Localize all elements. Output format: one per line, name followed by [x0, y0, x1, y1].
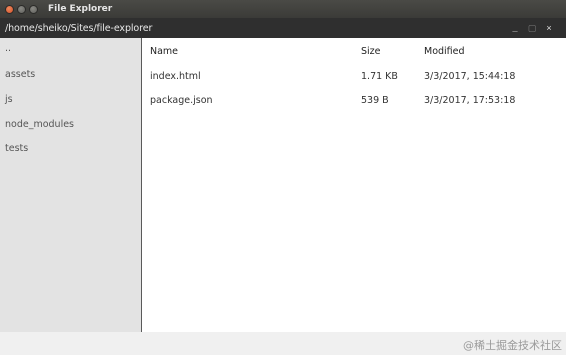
file-size: 1.71 KB	[361, 71, 398, 82]
os-minimize-icon[interactable]	[17, 4, 26, 14]
file-modified: 3/3/2017, 15:44:18	[424, 71, 516, 82]
window-title: File Explorer	[48, 4, 113, 14]
app-window-controls: _ ▢ ×	[510, 21, 554, 35]
sidebar-item-js[interactable]: js	[5, 94, 13, 105]
directory-sidebar: .. assets js node_modules tests	[0, 38, 142, 332]
os-window-controls	[5, 4, 38, 14]
maximize-icon[interactable]: ▢	[527, 21, 537, 35]
sidebar-item-assets[interactable]: assets	[5, 69, 35, 80]
file-name[interactable]: index.html	[150, 71, 201, 82]
os-close-icon[interactable]	[5, 4, 14, 14]
sidebar-item-parent[interactable]: ..	[5, 43, 11, 54]
column-header-name[interactable]: Name	[150, 46, 178, 57]
os-titlebar: File Explorer	[0, 0, 566, 18]
os-maximize-icon[interactable]	[29, 4, 38, 14]
app-window: File Explorer /home/sheiko/Sites/file-ex…	[0, 0, 566, 355]
column-header-size[interactable]: Size	[361, 46, 381, 57]
file-table: Name Size Modified index.html 1.71 KB 3/…	[142, 38, 566, 332]
minimize-icon[interactable]: _	[510, 21, 520, 35]
app-header: /home/sheiko/Sites/file-explorer _ ▢ ×	[0, 18, 566, 38]
current-path: /home/sheiko/Sites/file-explorer	[5, 22, 153, 34]
close-icon[interactable]: ×	[544, 21, 554, 35]
sidebar-item-node-modules[interactable]: node_modules	[5, 119, 74, 130]
sidebar-item-tests[interactable]: tests	[5, 143, 28, 154]
file-modified: 3/3/2017, 17:53:18	[424, 95, 516, 106]
file-size: 539 B	[361, 95, 389, 106]
column-header-modified[interactable]: Modified	[424, 46, 465, 57]
watermark: @稀土掘金技术社区	[463, 339, 562, 352]
file-name[interactable]: package.json	[150, 95, 213, 106]
